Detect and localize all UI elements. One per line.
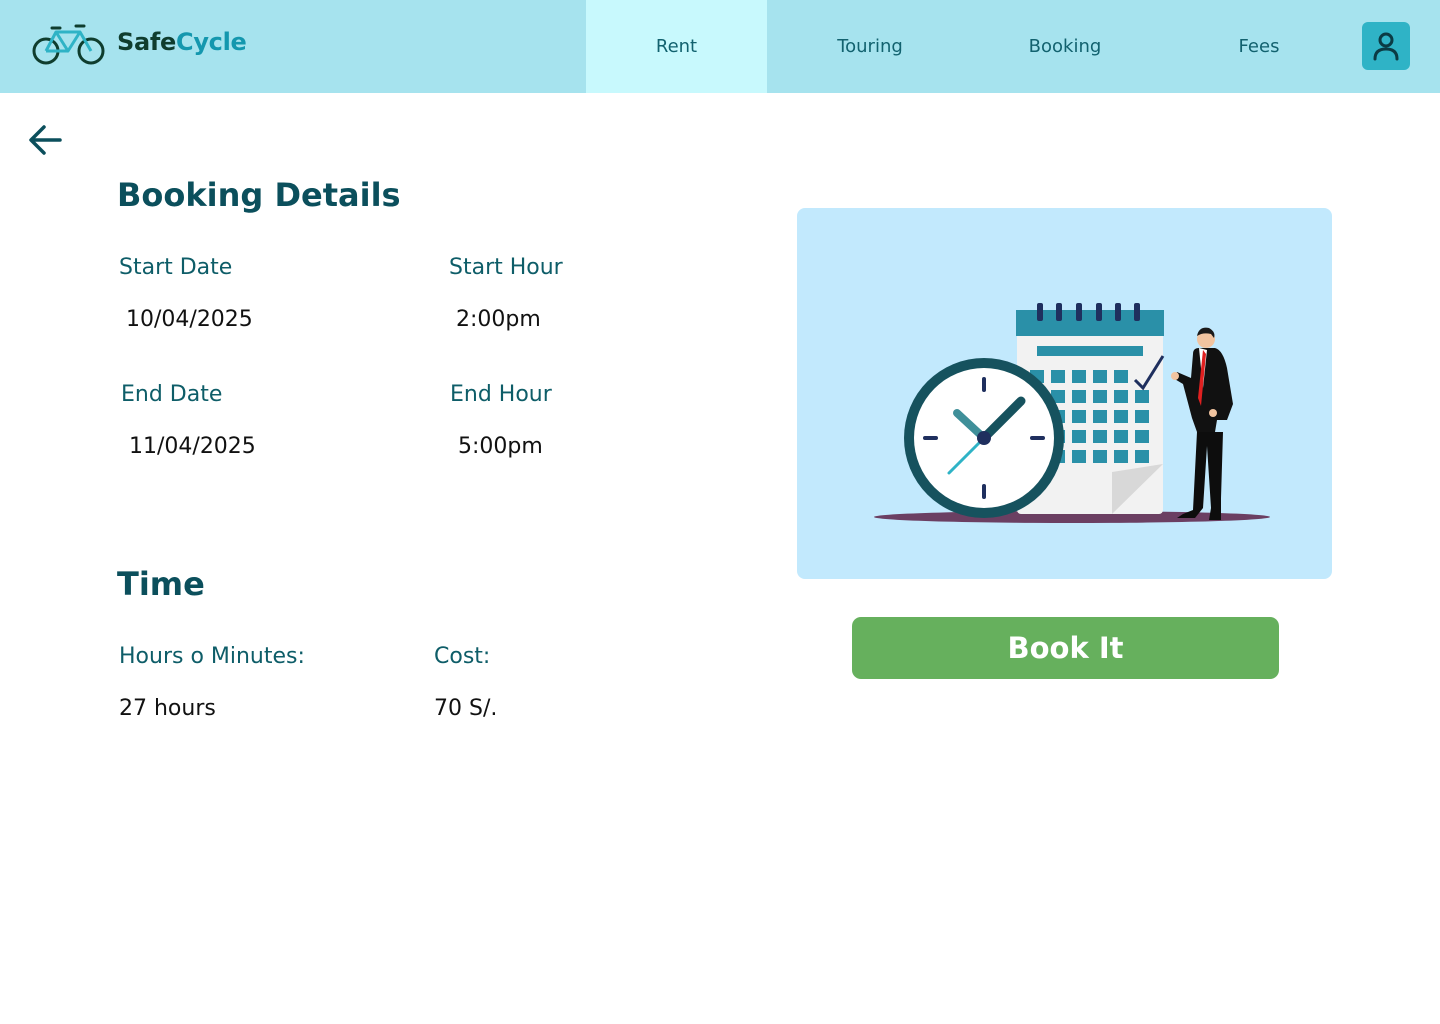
time-title: Time [117, 565, 205, 603]
start-date-value: 10/04/2025 [126, 307, 253, 332]
booking-illustration [797, 208, 1332, 579]
tab-fees-label: Fees [1238, 36, 1280, 57]
user-profile-button[interactable] [1362, 22, 1410, 70]
tab-booking[interactable]: Booking [968, 0, 1162, 93]
logo[interactable] [32, 20, 106, 68]
duration-label: Hours o Minutes: [119, 644, 305, 669]
calendar-cell [1051, 370, 1065, 383]
tab-rent[interactable]: Rent [586, 0, 767, 93]
calendar-clock-illustration [874, 303, 1270, 523]
calendar-cell [1114, 370, 1128, 383]
tab-rent-label: Rent [655, 36, 698, 57]
calendar-cell [1114, 450, 1128, 463]
tab-touring[interactable]: Touring [775, 0, 965, 93]
book-it-button[interactable]: Book It [852, 617, 1279, 679]
brand-part-cycle: Cycle [176, 28, 247, 56]
calendar-cell [1072, 430, 1086, 443]
calendar-cell [1072, 370, 1086, 383]
calendar-cell [1093, 370, 1107, 383]
tab-fees[interactable]: Fees [1165, 0, 1353, 93]
calendar-cell [1135, 410, 1149, 423]
calendar-cell [1114, 430, 1128, 443]
tab-touring-label: Touring [837, 36, 903, 57]
duration-value: 27 hours [119, 696, 216, 721]
calendar-cell [1114, 410, 1128, 423]
calendar-cell [1114, 390, 1128, 403]
calendar-cell [1093, 450, 1107, 463]
brand-part-safe: Safe [117, 28, 176, 56]
bicycle-icon [32, 24, 105, 65]
booking-details-title: Booking Details [117, 176, 401, 214]
back-button[interactable] [26, 120, 66, 160]
end-hour-label: End Hour [450, 382, 552, 407]
end-date-label: End Date [121, 382, 223, 407]
user-icon [1373, 32, 1399, 61]
cost-label: Cost: [434, 644, 491, 669]
brand-name[interactable]: SafeCycle [117, 28, 247, 56]
calendar-cell [1072, 390, 1086, 403]
calendar-cell [1135, 450, 1149, 463]
tab-booking-label: Booking [1028, 36, 1102, 57]
end-date-value: 11/04/2025 [129, 434, 256, 459]
start-date-label: Start Date [119, 255, 233, 280]
start-hour-label: Start Hour [449, 255, 563, 280]
calendar-cell [1093, 430, 1107, 443]
start-hour-value: 2:00pm [456, 307, 541, 332]
end-hour-value: 5:00pm [458, 434, 543, 459]
arrow-left-icon [29, 125, 62, 155]
calendar-cell [1072, 450, 1086, 463]
calendar-cell [1135, 390, 1149, 403]
cost-value: 70 S/. [434, 696, 498, 721]
calendar-cell [1135, 430, 1149, 443]
calendar-cell [1093, 390, 1107, 403]
calendar-cell [1093, 410, 1107, 423]
calendar-cell [1072, 410, 1086, 423]
top-nav-bar: SafeCycle Rent Touring Booking Fees [0, 0, 1440, 93]
